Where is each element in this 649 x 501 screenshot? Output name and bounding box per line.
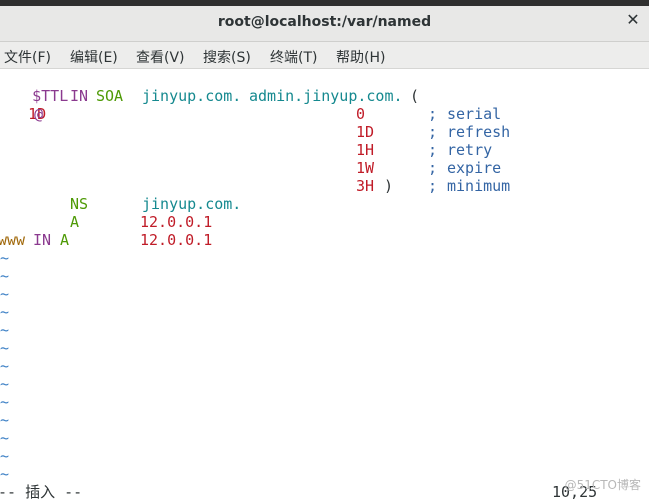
menu-bar: 文件(F) 编辑(E) 查看(V) 搜索(S) 终端(T) 帮助(H) [0,42,649,69]
refresh-semicolon: ; [428,123,438,141]
tilde-marker: ~ [0,375,10,393]
origin-at: @ [34,105,44,123]
soa-domain: jinyup.com. [142,87,242,105]
soa-class: IN [70,87,89,105]
menu-view[interactable]: 查看(V) [136,47,185,67]
serial-comment: serial [447,105,502,123]
menu-help[interactable]: 帮助(H) [336,47,385,67]
minimum-value: 3H [356,177,375,195]
www-host: www [0,231,26,249]
a-value: 12.0.0.1 [140,213,213,231]
www-value: 12.0.0.1 [140,231,213,249]
ns-value: jinyup.com. [142,195,242,213]
retry-semicolon: ; [428,141,438,159]
menu-edit[interactable]: 编辑(E) [70,47,118,67]
retry-comment: retry [447,141,493,159]
a-type: A [70,213,80,231]
minimum-comment: minimum [447,177,511,195]
window-title: root@localhost:/var/named [217,14,432,30]
ns-type: NS [70,195,89,213]
menu-search[interactable]: 搜索(S) [203,47,251,67]
refresh-comment: refresh [447,123,511,141]
tilde-marker: ~ [0,321,10,339]
tilde-marker: ~ [0,339,10,357]
expire-value: 1W [356,159,375,177]
tilde-marker: ~ [0,393,10,411]
www-class: IN [33,231,52,249]
menu-file[interactable]: 文件(F) [4,47,51,67]
expire-comment: expire [447,159,502,177]
expire-semicolon: ; [428,159,438,177]
serial-semicolon: ; [428,105,438,123]
tilde-marker: ~ [0,357,10,375]
tilde-marker: ~ [0,447,10,465]
tilde-marker: ~ [0,429,10,447]
soa-close-paren: ) [384,177,394,195]
editor-line-1: $TTL 1D [0,69,68,123]
tilde-marker: ~ [0,303,10,321]
www-type: A [60,231,70,249]
tilde-marker: ~ [0,411,10,429]
retry-value: 1H [356,141,375,159]
tilde-marker: ~ [0,465,10,483]
soa-admin: admin.jinyup.com. [249,87,403,105]
soa-type: SOA [96,87,124,105]
tilde-marker: ~ [0,267,10,285]
top-border [0,0,649,6]
minimum-semicolon: ; [428,177,438,195]
refresh-value: 1D [356,123,375,141]
watermark: @51CTO博客 [564,478,641,492]
close-icon[interactable]: ✕ [623,10,643,30]
mode-indicator: -- 插入 -- [0,483,83,501]
menu-terminal[interactable]: 终端(T) [270,47,317,67]
tilde-marker: ~ [0,285,10,303]
soa-open-paren: ( [410,87,420,105]
serial-value: 0 [356,105,366,123]
tilde-marker: ~ [0,249,10,267]
window-titlebar: root@localhost:/var/named ✕ [0,0,649,42]
editor-area[interactable]: $TTL 1D @ IN SOA jinyup.com. admin.jinyu… [0,69,649,501]
editor-line-2: @ [0,87,43,123]
